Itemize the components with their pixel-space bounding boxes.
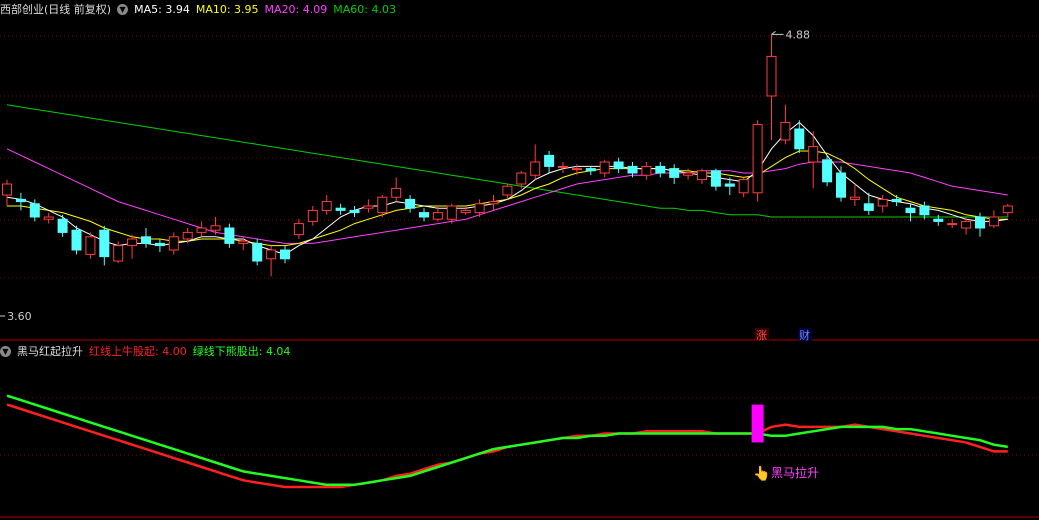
candle-down [627, 165, 638, 174]
candle-down [335, 207, 346, 211]
candle-up [988, 216, 999, 227]
candle-down [836, 172, 846, 198]
candle-up [446, 205, 457, 220]
candle-down [154, 242, 165, 247]
candle-down [613, 161, 624, 170]
candle-down [975, 216, 985, 229]
candle-down [710, 170, 721, 187]
indicator-lines [6, 394, 1008, 489]
candle-up [683, 172, 694, 176]
price-annotations: 4.88 3.60 涨 财 [0, 28, 812, 342]
stock-chart[interactable]: 4.88 3.60 涨 财 👆 黑马拉升 [0, 0, 1039, 520]
candle-down [224, 227, 235, 244]
candle-up [377, 196, 388, 214]
candle-up [266, 249, 277, 260]
green-line [6, 394, 1008, 487]
candle-down [405, 198, 416, 209]
candle-down [891, 198, 902, 203]
candle-up [766, 55, 777, 97]
candle-down [822, 159, 833, 183]
candle-down [863, 203, 874, 211]
candle-up [127, 238, 138, 247]
candlesticks [2, 34, 1013, 277]
signal-label: 黑马拉升 [771, 465, 819, 480]
candle-up [391, 187, 402, 198]
candle-down [57, 218, 68, 233]
candle-up [113, 245, 124, 262]
candle-down [349, 209, 360, 214]
candle-down [724, 183, 735, 187]
high-price-label: 4.88 [786, 28, 811, 41]
low-price-label: 3.60 [7, 310, 32, 323]
candle-down [141, 236, 151, 244]
candle-up [2, 183, 12, 196]
candle-up [697, 170, 707, 181]
candle-up [210, 225, 221, 231]
candle-up [432, 212, 443, 220]
candle-down [29, 203, 40, 218]
candle-up [738, 179, 749, 194]
candle-up [474, 203, 485, 214]
candle-up [516, 172, 527, 185]
candle-up [168, 236, 179, 251]
candle-up [849, 196, 860, 200]
candle-up [321, 201, 332, 211]
candle-down [655, 165, 666, 174]
candle-up [293, 223, 304, 236]
candle-up [488, 201, 499, 205]
candle-up [182, 231, 193, 240]
candle-up [961, 220, 972, 229]
candle-up [502, 185, 513, 196]
moving-average-lines [6, 104, 1008, 255]
candle-up [558, 165, 568, 168]
candle-up [460, 209, 471, 214]
hand-pointer-icon: 👆 [753, 465, 770, 482]
candle-down [933, 218, 944, 222]
candle-down [419, 212, 429, 218]
candle-down [252, 242, 263, 262]
candle-down [99, 229, 110, 258]
candle-up [947, 223, 958, 226]
candle-up [85, 236, 96, 255]
candle-up [530, 161, 541, 176]
candle-down [15, 198, 26, 203]
candle-down [280, 249, 290, 260]
candle-up [877, 198, 888, 207]
candle-down [669, 168, 680, 178]
candle-up [599, 161, 610, 174]
candle-up [307, 209, 318, 222]
candle-down [585, 168, 596, 172]
cai-badge[interactable]: 财 [799, 328, 810, 342]
candle-down [905, 207, 916, 214]
candle-up [238, 240, 249, 244]
candle-up [641, 165, 652, 176]
candle-down [794, 128, 805, 150]
zhang-badge[interactable]: 涨 [756, 329, 767, 342]
candle-up [571, 168, 582, 171]
candle-up [363, 205, 374, 209]
ma60-line [6, 104, 1008, 218]
candle-up [808, 146, 819, 163]
candle-down [71, 229, 82, 251]
signal-marker: 👆 黑马拉升 [751, 404, 819, 482]
candle-up [196, 227, 207, 233]
candle-down [919, 205, 930, 216]
signal-bar [751, 404, 764, 443]
candle-up [752, 124, 763, 194]
candle-up [43, 216, 54, 220]
candle-down [544, 154, 555, 167]
candle-up [1002, 205, 1013, 214]
candle-up [780, 121, 791, 141]
